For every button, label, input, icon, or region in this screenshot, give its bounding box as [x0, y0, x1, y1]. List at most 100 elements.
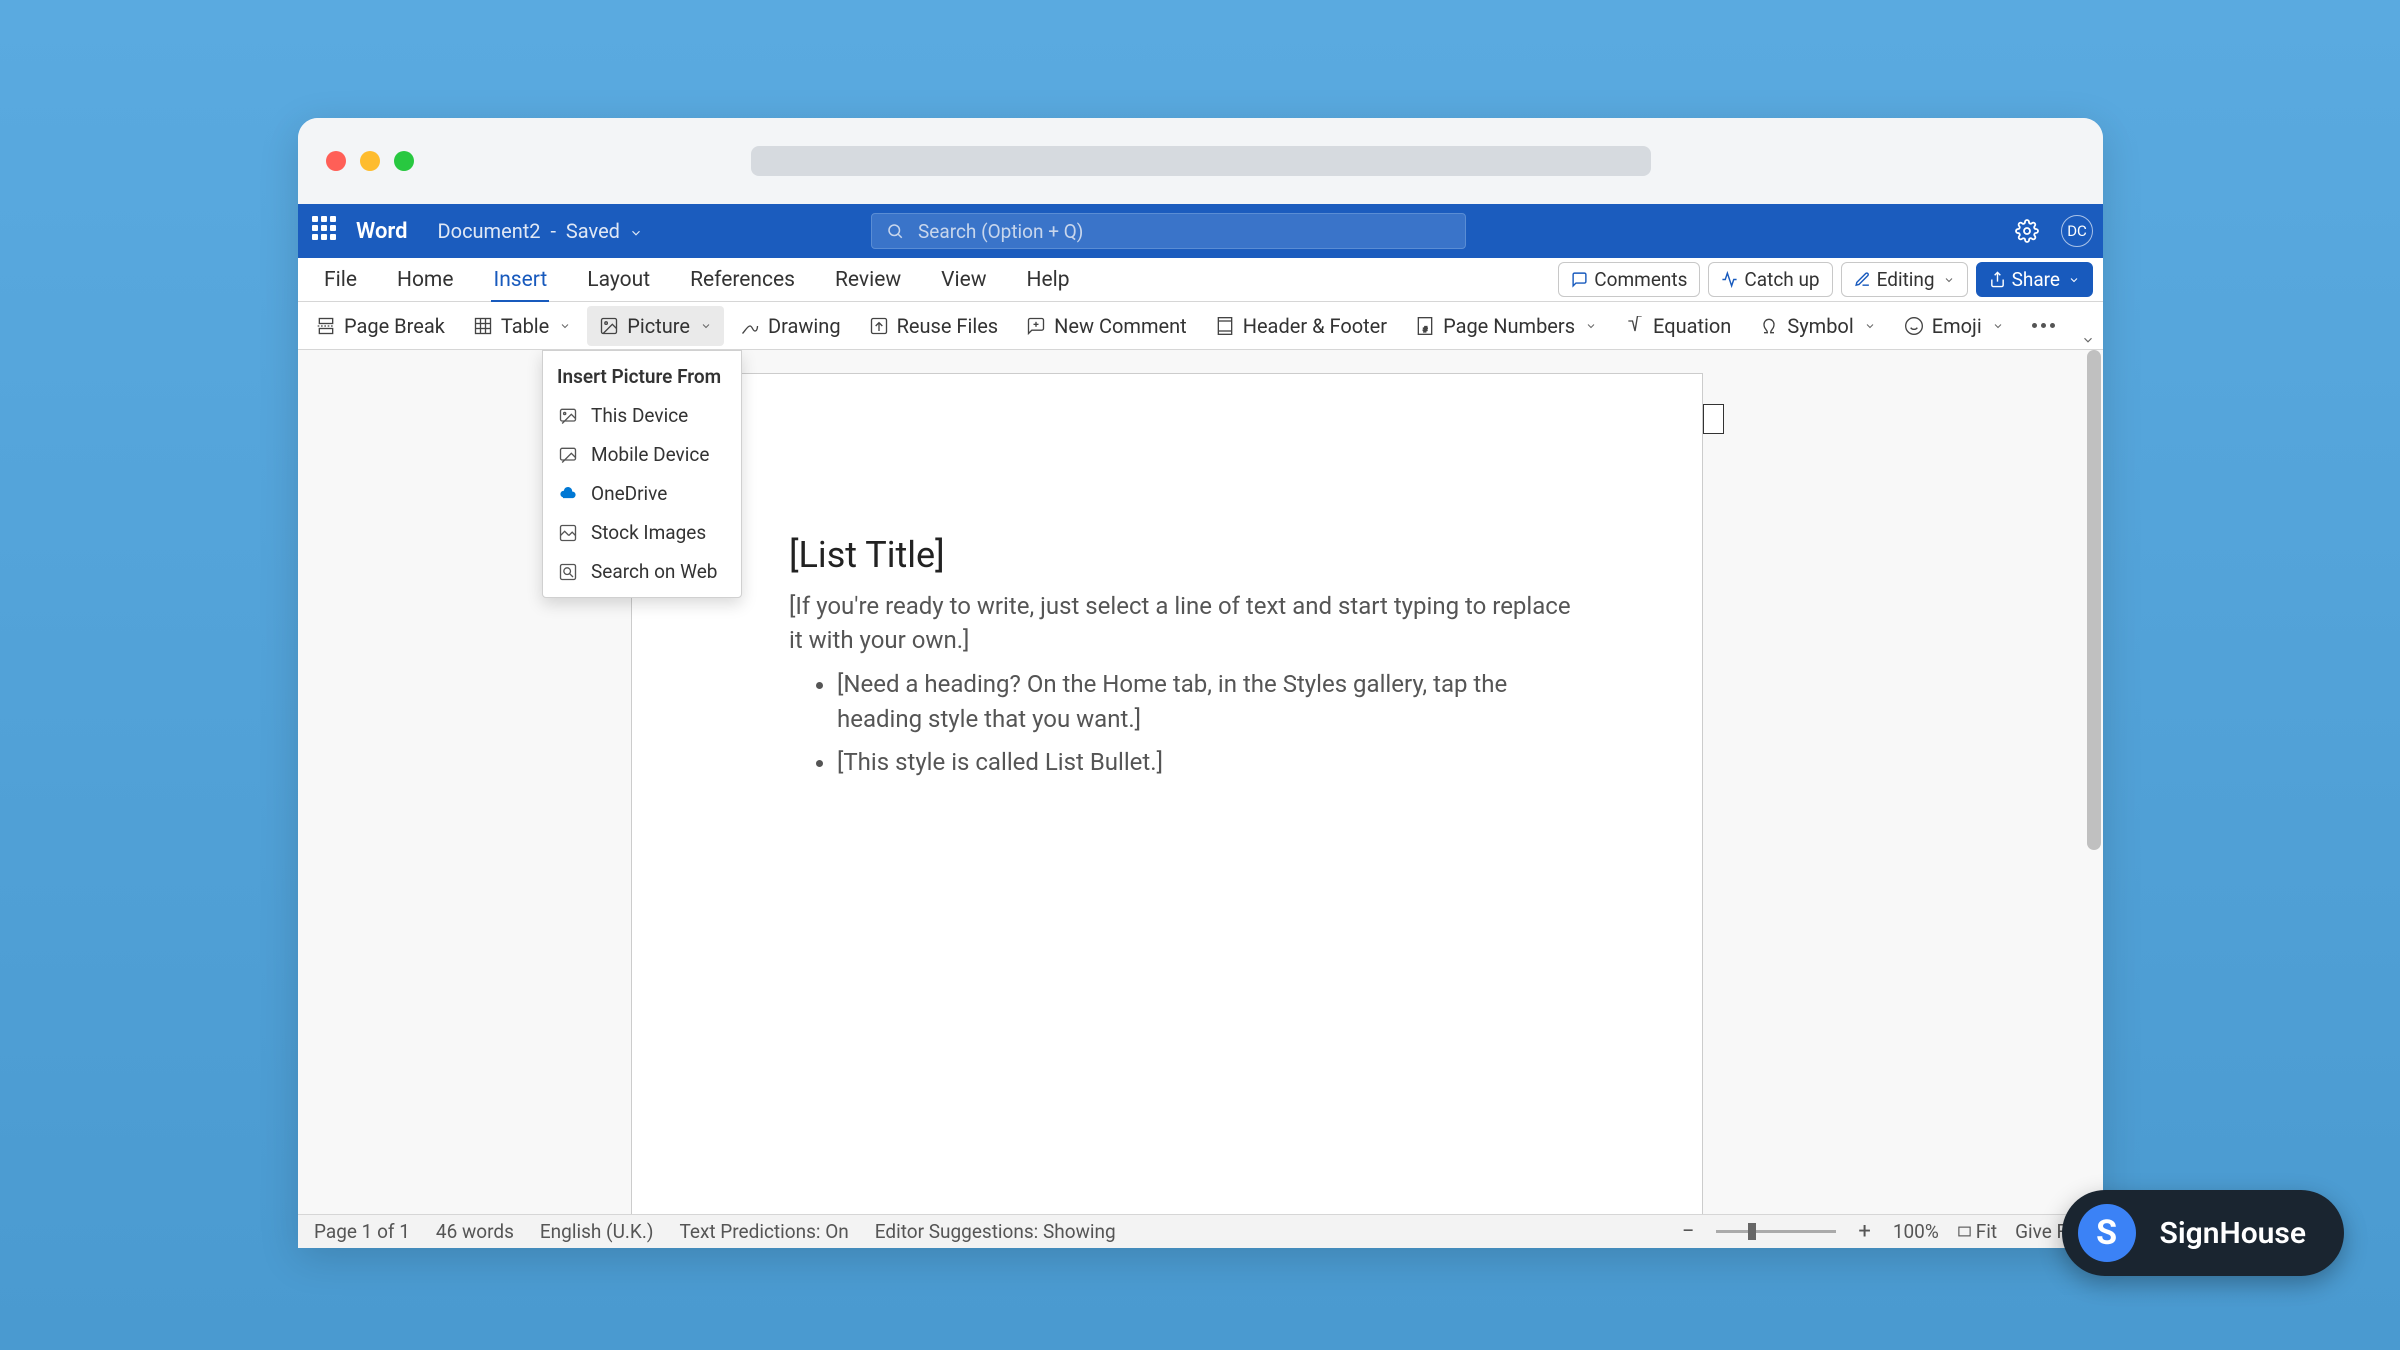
- drawing-button[interactable]: Drawing: [728, 306, 853, 346]
- toolbar-collapse-icon[interactable]: [2081, 333, 2095, 347]
- list-item[interactable]: [Need a heading? On the Home tab, in the…: [837, 667, 1589, 737]
- page-break-button[interactable]: Page Break: [304, 306, 457, 346]
- more-tools-button[interactable]: [2020, 315, 2067, 336]
- status-predictions[interactable]: Text Predictions: On: [679, 1220, 848, 1243]
- list-item[interactable]: [This style is called List Bullet.]: [837, 745, 1589, 780]
- signhouse-logo: S: [2078, 1204, 2136, 1262]
- symbol-button[interactable]: Symbol: [1747, 306, 1887, 346]
- dropdown-item-mobile-device[interactable]: Mobile Device: [543, 435, 741, 474]
- status-words[interactable]: 46 words: [436, 1220, 514, 1243]
- window-controls: [326, 151, 414, 171]
- zoom-in-button[interactable]: +: [1854, 1219, 1874, 1244]
- document-page[interactable]: [List Title] [If you're ready to write, …: [631, 373, 1703, 1248]
- status-language[interactable]: English (U.K.): [540, 1220, 654, 1243]
- app-launcher-icon[interactable]: [312, 216, 342, 246]
- tab-help[interactable]: Help: [1011, 258, 1086, 302]
- share-button[interactable]: Share: [1976, 262, 2093, 297]
- zoom-out-button[interactable]: −: [1678, 1219, 1699, 1244]
- tab-file[interactable]: File: [308, 258, 373, 302]
- zoom-slider[interactable]: [1716, 1230, 1836, 1233]
- search-placeholder: Search (Option + Q): [918, 220, 1083, 243]
- settings-icon[interactable]: [2015, 219, 2039, 243]
- tab-references[interactable]: References: [674, 258, 811, 302]
- tab-insert[interactable]: Insert: [477, 258, 563, 302]
- vertical-scrollbar[interactable]: [2087, 350, 2101, 850]
- new-comment-icon: [1026, 316, 1046, 336]
- document-name[interactable]: Document2 - Saved: [438, 219, 643, 243]
- device-icon: [557, 405, 579, 427]
- browser-address-bar[interactable]: [751, 146, 1651, 176]
- maximize-window-button[interactable]: [394, 151, 414, 171]
- dropdown-title: Insert Picture From: [543, 357, 741, 396]
- catchup-button[interactable]: Catch up: [1708, 262, 1832, 297]
- editing-mode-button[interactable]: Editing: [1841, 262, 1968, 297]
- chevron-down-icon: [1943, 274, 1955, 286]
- table-icon: [473, 316, 493, 336]
- chevron-down-icon: [700, 320, 712, 332]
- header-footer-button[interactable]: Header & Footer: [1203, 306, 1399, 346]
- insert-toolbar: Page Break Table Picture Drawing Reuse F…: [298, 302, 2103, 350]
- insert-picture-dropdown: Insert Picture From This Device Mobile D…: [542, 350, 742, 598]
- zoom-thumb[interactable]: [1748, 1223, 1756, 1240]
- tab-view[interactable]: View: [925, 258, 1002, 302]
- dropdown-item-onedrive[interactable]: OneDrive: [543, 474, 741, 513]
- document-intro-paragraph[interactable]: [If you're ready to write, just select a…: [789, 590, 1589, 657]
- zoom-percent[interactable]: 100%: [1893, 1220, 1939, 1243]
- header-footer-icon: [1215, 316, 1235, 336]
- minimize-window-button[interactable]: [360, 151, 380, 171]
- table-button[interactable]: Table: [461, 306, 583, 346]
- chevron-down-icon: [1864, 320, 1876, 332]
- reuse-files-button[interactable]: Reuse Files: [857, 306, 1011, 346]
- document-content: [List Title] [If you're ready to write, …: [789, 534, 1589, 788]
- tab-layout[interactable]: Layout: [571, 258, 666, 302]
- new-comment-button[interactable]: New Comment: [1014, 306, 1199, 346]
- status-bar: Page 1 of 1 46 words English (U.K.) Text…: [298, 1214, 2103, 1248]
- close-window-button[interactable]: [326, 151, 346, 171]
- tab-home[interactable]: Home: [381, 258, 470, 302]
- comment-icon: [1571, 271, 1588, 288]
- equation-icon: [1625, 316, 1645, 336]
- dropdown-item-search-web[interactable]: Search on Web: [543, 552, 741, 591]
- fit-icon: [1957, 1224, 1972, 1239]
- emoji-button[interactable]: Emoji: [1892, 306, 2016, 346]
- document-canvas: [List Title] [If you're ready to write, …: [298, 350, 2103, 1248]
- user-avatar[interactable]: DC: [2061, 215, 2093, 247]
- pencil-icon: [1854, 271, 1871, 288]
- onedrive-icon: [557, 483, 579, 505]
- comments-button[interactable]: Comments: [1558, 262, 1700, 297]
- app-name-label: Word: [356, 219, 408, 244]
- status-page[interactable]: Page 1 of 1: [314, 1220, 410, 1243]
- svg-text:#: #: [1423, 324, 1428, 333]
- equation-button[interactable]: Equation: [1613, 306, 1743, 346]
- mobile-icon: [557, 444, 579, 466]
- dropdown-item-stock-images[interactable]: Stock Images: [543, 513, 741, 552]
- margin-marker: [1703, 404, 1724, 434]
- tab-review[interactable]: Review: [819, 258, 917, 302]
- drawing-icon: [740, 316, 760, 336]
- search-input[interactable]: Search (Option + Q): [871, 213, 1466, 249]
- signhouse-overlay[interactable]: S SignHouse: [2062, 1190, 2344, 1276]
- stock-images-icon: [557, 522, 579, 544]
- app-header-bar: Word Document2 - Saved Search (Option + …: [298, 204, 2103, 258]
- page-numbers-button[interactable]: # Page Numbers: [1403, 306, 1609, 346]
- picture-button[interactable]: Picture: [587, 306, 724, 346]
- chevron-down-icon: [1992, 320, 2004, 332]
- picture-icon: [599, 316, 619, 336]
- document-title[interactable]: [List Title]: [789, 534, 1589, 576]
- chevron-down-icon: [559, 320, 571, 332]
- search-icon: [886, 222, 904, 240]
- activity-icon: [1721, 271, 1738, 288]
- page-numbers-icon: #: [1415, 316, 1435, 336]
- reuse-files-icon: [869, 316, 889, 336]
- window-titlebar: [298, 118, 2103, 204]
- menu-tabs: File Home Insert Layout References Revie…: [308, 258, 1086, 302]
- chevron-down-icon: [2068, 274, 2080, 286]
- share-icon: [1989, 271, 2006, 288]
- fit-button[interactable]: Fit: [1957, 1220, 1997, 1243]
- page-break-icon: [316, 316, 336, 336]
- ribbon-menu-bar: File Home Insert Layout References Revie…: [298, 258, 2103, 302]
- dropdown-item-this-device[interactable]: This Device: [543, 396, 741, 435]
- status-suggestions[interactable]: Editor Suggestions: Showing: [875, 1220, 1116, 1243]
- web-search-icon: [557, 561, 579, 583]
- chevron-down-icon: [1585, 320, 1597, 332]
